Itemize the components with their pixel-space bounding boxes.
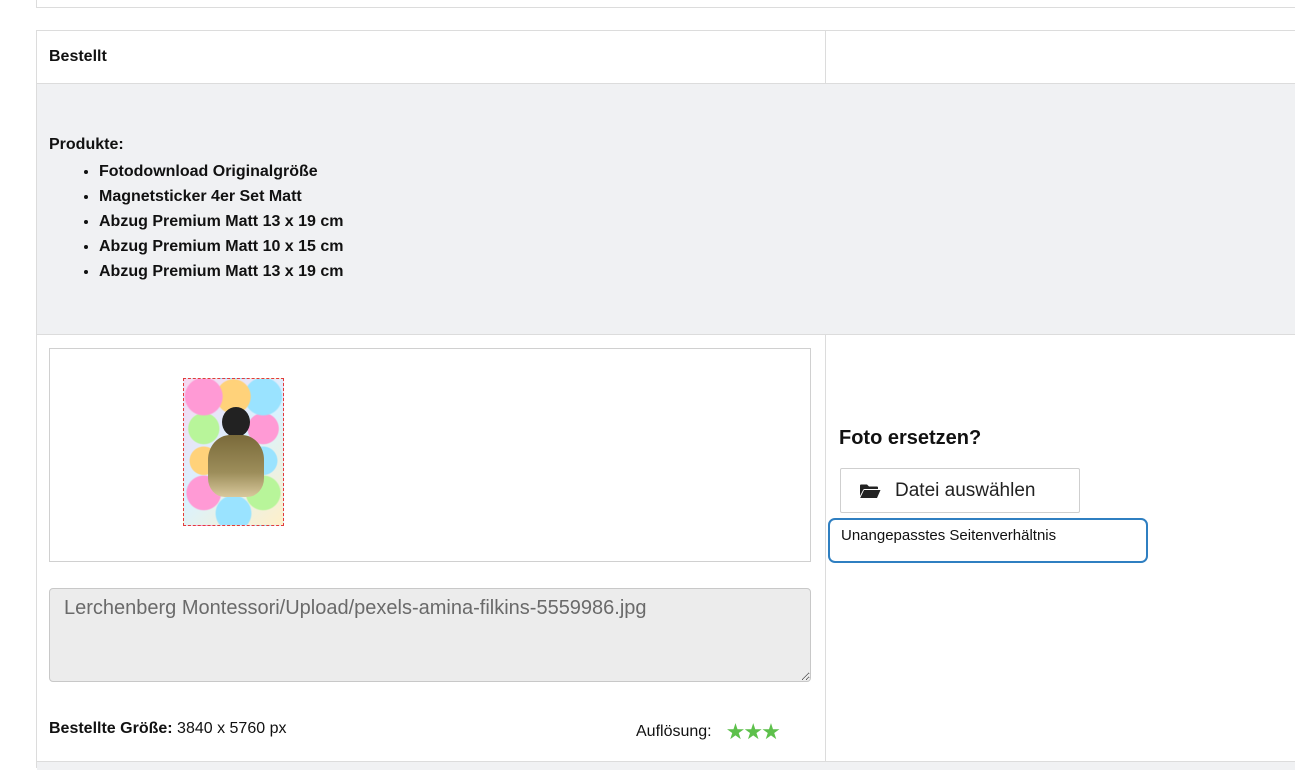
order-status-row: Bestellt xyxy=(37,31,1295,84)
file-path-textarea[interactable]: Lerchenberg Montessori/Upload/pexels-ami… xyxy=(49,588,811,682)
product-item: Abzug Premium Matt 13 x 19 cm xyxy=(99,209,344,234)
ordered-size-label: Bestellte Größe: xyxy=(49,720,173,737)
star-icon: ★ xyxy=(761,719,781,744)
photo-thumbnail[interactable] xyxy=(183,378,284,526)
resolution-stars: ★★★ xyxy=(726,721,781,743)
aspect-ratio-warning: Unangepasstes Seitenverhältnis xyxy=(828,518,1148,563)
product-item: Fotodownload Originalgröße xyxy=(99,159,344,184)
products-label: Produkte: xyxy=(49,136,124,153)
choose-file-button[interactable]: Datei auswählen xyxy=(840,468,1080,513)
photo-preview xyxy=(49,348,811,562)
resolution-rating: Auflösung: ★★★ xyxy=(636,721,781,743)
next-row-strip xyxy=(37,761,1295,770)
column-divider xyxy=(825,31,826,83)
folder-open-icon xyxy=(860,484,881,498)
products-row: Produkte: Fotodownload Originalgröße Mag… xyxy=(37,84,1295,335)
ordered-size: Bestellte Größe: 3840 x 5760 px xyxy=(49,720,286,738)
previous-section-box xyxy=(36,0,1295,8)
product-item: Magnetsticker 4er Set Matt xyxy=(99,184,344,209)
order-status-title: Bestellt xyxy=(49,48,107,65)
photo-subject-body xyxy=(208,435,264,497)
ordered-size-value: 3840 x 5760 px xyxy=(177,720,287,737)
choose-file-label: Datei auswählen xyxy=(895,479,1036,501)
product-item: Abzug Premium Matt 13 x 19 cm xyxy=(99,259,344,284)
resolution-label: Auflösung: xyxy=(636,723,712,740)
star-icon: ★ xyxy=(725,719,746,744)
photo-row: Lerchenberg Montessori/Upload/pexels-ami… xyxy=(37,335,1295,761)
replace-photo-panel: Foto ersetzen? Datei auswählen Unangepas… xyxy=(826,335,1295,761)
photo-subject-head xyxy=(222,407,250,437)
products-list: Fotodownload Originalgröße Magnetsticker… xyxy=(49,159,344,284)
order-table: Bestellt Produkte: Fotodownload Original… xyxy=(36,30,1295,770)
star-icon: ★ xyxy=(743,719,763,744)
replace-photo-title: Foto ersetzen? xyxy=(839,427,982,449)
product-item: Abzug Premium Matt 10 x 15 cm xyxy=(99,234,344,259)
